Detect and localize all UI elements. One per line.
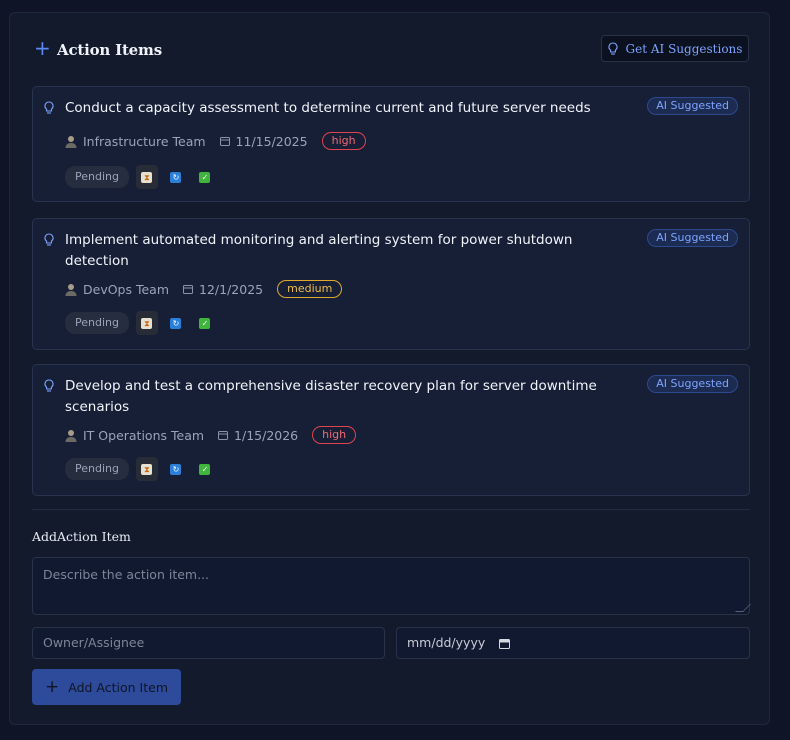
action-items-panel: + Action Items Get AI Suggestions Conduc… (9, 12, 770, 725)
action-item-actions: Pending ⧗ ↻ ✓ (65, 457, 216, 481)
action-description-input[interactable]: Describe the action item... (32, 557, 751, 615)
due-date-text: 11/15/2025 (235, 133, 308, 149)
mark-pending-button[interactable]: ⧗ (135, 311, 158, 335)
due-date-text: 1/15/2026 (234, 427, 299, 443)
lightbulb-icon (44, 101, 54, 114)
person-icon (65, 429, 77, 442)
panel-header: + Action Items Get AI Suggestions (34, 35, 749, 71)
panel-title: Action Items (57, 41, 162, 59)
calendar-icon (218, 431, 229, 440)
mark-complete-button[interactable]: ✓ (194, 165, 216, 189)
get-ai-suggestions-button[interactable]: Get AI Suggestions (601, 35, 749, 62)
status-badge: Pending (65, 166, 129, 188)
checkmark-icon: ✓ (199, 317, 211, 329)
owner-input[interactable]: Owner/Assignee (32, 627, 385, 659)
status-badge: Pending (65, 458, 129, 480)
priority-badge: high (321, 132, 366, 150)
ai-suggested-badge: AI Suggested (647, 375, 738, 393)
action-item-text: Develop and test a comprehensive disaste… (65, 378, 597, 415)
add-action-item-title: AddAction Item (32, 529, 131, 544)
priority-badge: medium (277, 280, 343, 298)
add-action-item-button[interactable]: + Add Action Item (32, 669, 181, 705)
resize-handle[interactable] (735, 604, 751, 612)
action-item-card: Implement automated monitoring and alert… (32, 218, 750, 350)
checkmark-icon: ✓ (199, 171, 211, 183)
mark-pending-button[interactable]: ⧗ (135, 457, 158, 481)
hourglass-icon: ⧗ (141, 171, 153, 183)
hourglass-icon: ⧗ (141, 463, 153, 475)
action-item-actions: Pending ⧗ ↻ ✓ (65, 165, 216, 189)
due-date-text: 12/1/2025 (199, 281, 264, 297)
person-icon (65, 283, 77, 296)
action-item-actions: Pending ⧗ ↻ ✓ (65, 311, 216, 335)
status-badge: Pending (65, 312, 129, 334)
get-ai-suggestions-label: Get AI Suggestions (625, 41, 743, 56)
lightbulb-icon (44, 233, 54, 246)
action-item-card: Conduct a capacity assessment to determi… (32, 86, 750, 202)
action-item-text: Implement automated monitoring and alert… (65, 232, 573, 269)
mark-complete-button[interactable]: ✓ (194, 457, 216, 481)
person-icon (65, 135, 77, 148)
action-item-card: Develop and test a comprehensive disaste… (32, 364, 750, 496)
calendar-icon (183, 285, 194, 294)
action-item-meta: Infrastructure Team 11/15/2025 high (65, 131, 366, 151)
ai-suggested-badge: AI Suggested (647, 229, 738, 247)
refresh-icon: ↻ (170, 171, 182, 183)
calendar-icon[interactable] (499, 638, 511, 649)
mark-pending-button[interactable]: ⧗ (135, 165, 158, 189)
plus-icon: + (45, 676, 60, 697)
plus-icon: + (34, 36, 51, 60)
refresh-icon: ↻ (170, 463, 182, 475)
owner-placeholder: Owner/Assignee (43, 635, 145, 650)
owner-text: DevOps Team (83, 281, 170, 297)
priority-badge: high (312, 426, 357, 444)
section-divider (32, 509, 750, 510)
lightbulb-icon (608, 41, 618, 55)
lightbulb-icon (44, 379, 54, 392)
mark-in-progress-button[interactable]: ↻ (165, 311, 187, 335)
checkmark-icon: ✓ (199, 463, 211, 475)
calendar-icon (219, 137, 230, 146)
date-placeholder: mm/dd/yyyy (407, 635, 486, 650)
add-action-item-label: Add Action Item (68, 679, 168, 695)
ai-suggested-badge: AI Suggested (647, 97, 738, 115)
due-date-input[interactable]: mm/dd/yyyy (396, 627, 750, 659)
refresh-icon: ↻ (170, 317, 182, 329)
owner-text: Infrastructure Team (83, 133, 206, 149)
hourglass-icon: ⧗ (141, 317, 153, 329)
description-placeholder: Describe the action item... (43, 567, 210, 582)
action-item-text: Conduct a capacity assessment to determi… (65, 100, 591, 116)
mark-complete-button[interactable]: ✓ (194, 311, 216, 335)
action-item-meta: DevOps Team 12/1/2025 medium (65, 279, 343, 299)
mark-in-progress-button[interactable]: ↻ (165, 165, 187, 189)
mark-in-progress-button[interactable]: ↻ (165, 457, 187, 481)
owner-text: IT Operations Team (83, 427, 205, 443)
action-item-meta: IT Operations Team 1/15/2026 high (65, 425, 357, 445)
